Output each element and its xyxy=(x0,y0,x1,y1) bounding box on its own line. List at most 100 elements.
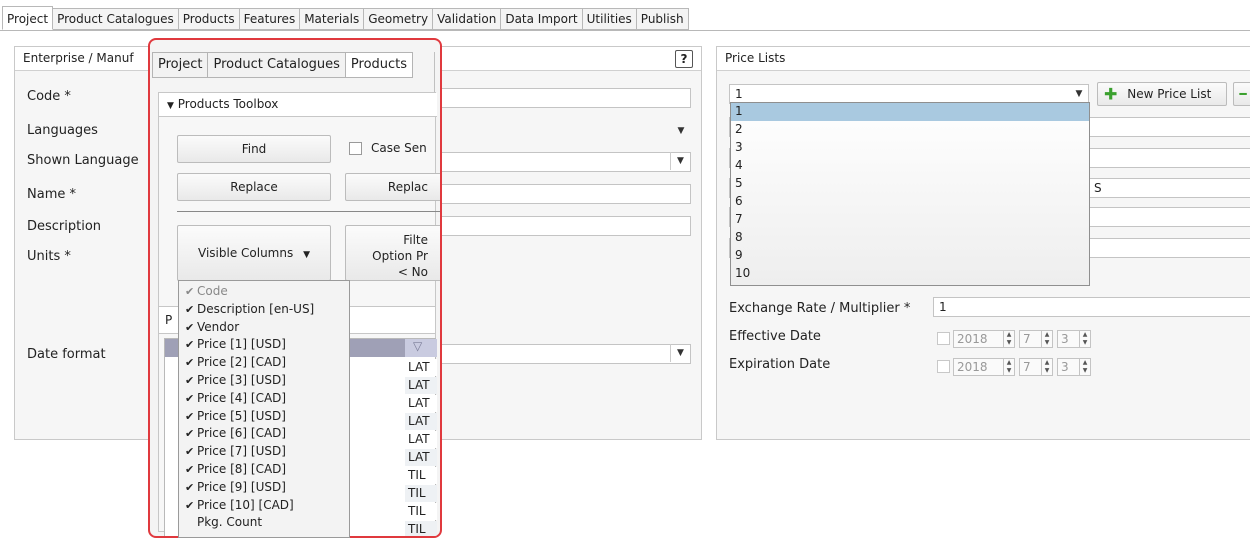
column-menu-item-label: Pkg. Count xyxy=(197,515,263,530)
remove-price-list-button[interactable]: ━ xyxy=(1233,82,1250,106)
price-list-option[interactable]: 1 xyxy=(731,103,1089,121)
column-menu-item-label: Price [5] [USD] xyxy=(197,408,286,423)
toolbox-tab-project[interactable]: Project xyxy=(152,52,209,78)
grid-cell[interactable]: TIL xyxy=(405,485,437,502)
price-lists-header: Price Lists xyxy=(717,47,1250,71)
find-button[interactable]: Find xyxy=(177,135,331,163)
effective-month-spinner[interactable]: 7 ▲ ▼ xyxy=(1019,330,1053,348)
description-input[interactable] xyxy=(435,216,691,236)
grid-cell[interactable]: LAT xyxy=(405,395,437,412)
effective-year-spinner[interactable]: 2018 ▲ ▼ xyxy=(953,330,1015,348)
enterprise-panel-title: Enterprise / Manuf xyxy=(23,51,134,65)
name-input[interactable] xyxy=(435,184,691,204)
spin-arrows-icon[interactable]: ▲ ▼ xyxy=(1041,359,1052,375)
price-list-option[interactable]: 3 xyxy=(731,139,1089,157)
price-list-option[interactable]: 8 xyxy=(731,229,1089,247)
price-list-option[interactable]: 5 xyxy=(731,175,1089,193)
grid-cell[interactable]: LAT xyxy=(405,359,437,376)
grid-cell[interactable]: LAT xyxy=(405,377,437,394)
column-menu-item[interactable]: ✔ Price [5] [USD] xyxy=(179,408,349,425)
tab-utilities[interactable]: Utilities xyxy=(582,8,637,30)
filter-button[interactable]: Filte Option Pr < No xyxy=(345,225,440,281)
grid-cell[interactable]: LAT xyxy=(405,413,437,430)
price-list-select[interactable]: 1 xyxy=(729,84,1089,104)
column-menu-item[interactable]: ✔ Price [8] [CAD] xyxy=(179,461,349,478)
case-sensitive-checkbox[interactable] xyxy=(349,142,362,155)
spin-arrows-icon[interactable]: ▲ ▼ xyxy=(1003,359,1014,375)
checkmark-icon: ✔ xyxy=(185,356,195,370)
price-list-option[interactable]: 10 xyxy=(731,265,1089,283)
expiration-month-spinner[interactable]: 7 ▲ ▼ xyxy=(1019,358,1053,376)
column-menu-item[interactable]: ✔ Price [2] [CAD] xyxy=(179,354,349,371)
tab-publish[interactable]: Publish xyxy=(636,8,689,30)
shown-language-dropdown-icon[interactable]: ▼ xyxy=(670,152,690,170)
new-price-list-button[interactable]: ✚ New Price List xyxy=(1097,82,1227,106)
toolbox-tab-product-catalogues[interactable]: Product Catalogues xyxy=(208,52,346,78)
grid-cell[interactable]: TIL xyxy=(405,503,437,520)
tab-data-import[interactable]: Data Import xyxy=(501,8,583,30)
column-menu-item[interactable]: ✔ Code xyxy=(179,283,349,300)
toolbox-separator xyxy=(177,211,440,212)
price-list-option[interactable]: 6 xyxy=(731,193,1089,211)
products-toolbox-header[interactable]: ▼ Products Toolbox xyxy=(159,93,437,117)
languages-label: Languages xyxy=(27,123,98,138)
spin-arrows-icon[interactable]: ▲ ▼ xyxy=(1079,331,1090,347)
price-list-dropdown-icon[interactable]: ▼ xyxy=(1069,85,1089,103)
tab-validation[interactable]: Validation xyxy=(433,8,502,30)
column-menu-item-label: Price [4] [CAD] xyxy=(197,390,287,405)
spin-arrows-icon[interactable]: ▲ ▼ xyxy=(1041,331,1052,347)
tab-materials[interactable]: Materials xyxy=(300,8,365,30)
checkmark-icon: ✔ xyxy=(185,427,195,441)
tab-project[interactable]: Project xyxy=(2,6,54,30)
date-format-dropdown-icon[interactable]: ▼ xyxy=(670,344,690,362)
column-menu-item[interactable]: Pkg. Count xyxy=(179,514,349,531)
column-menu-item[interactable]: ✔ Price [1] [USD] xyxy=(179,336,349,353)
column-menu-item[interactable]: ✔ Price [4] [CAD] xyxy=(179,390,349,407)
collapse-triangle-icon: ▼ xyxy=(167,101,174,111)
tab-geometry[interactable]: Geometry xyxy=(364,8,434,30)
grid-cell[interactable]: LAT xyxy=(405,449,437,466)
column-menu-item[interactable]: ✔ Vendor xyxy=(179,319,349,336)
exchange-rate-input[interactable]: 1 xyxy=(933,297,1250,317)
expiration-day-spinner[interactable]: 3 ▲ ▼ xyxy=(1057,358,1091,376)
effective-day-spinner[interactable]: 3 ▲ ▼ xyxy=(1057,330,1091,348)
column-menu-item[interactable]: ✔ Price [3] [USD] xyxy=(179,372,349,389)
tab-products[interactable]: Products xyxy=(178,8,240,30)
minus-icon: ━ xyxy=(1239,87,1247,101)
replace-all-button[interactable]: Replac xyxy=(345,173,440,201)
help-button[interactable]: ? xyxy=(675,50,693,68)
price-list-option[interactable]: 7 xyxy=(731,211,1089,229)
visible-columns-label: Visible Columns xyxy=(198,246,294,260)
price-list-option[interactable]: 2 xyxy=(731,121,1089,139)
effective-date-checkbox[interactable] xyxy=(937,332,950,345)
expiration-day-value: 3 xyxy=(1061,360,1069,374)
expiration-date-checkbox[interactable] xyxy=(937,360,950,373)
expiration-month-value: 7 xyxy=(1023,360,1031,374)
expiration-year-spinner[interactable]: 2018 ▲ ▼ xyxy=(953,358,1015,376)
column-menu-item[interactable]: ✔ Price [7] [USD] xyxy=(179,443,349,460)
code-input[interactable] xyxy=(435,88,691,108)
grid-cell[interactable]: TIL xyxy=(405,467,437,484)
grid-cell[interactable]: TIL xyxy=(405,521,437,536)
languages-select[interactable] xyxy=(435,121,691,141)
tab-features[interactable]: Features xyxy=(239,8,301,30)
column-menu-item[interactable]: ✔ Price [6] [CAD] xyxy=(179,425,349,442)
spin-arrows-icon[interactable]: ▲ ▼ xyxy=(1079,359,1090,375)
exchange-rate-value: 1 xyxy=(939,300,947,314)
column-menu-item[interactable]: ✔ Description [en-US] xyxy=(179,301,349,318)
grid-filter-cell[interactable]: ▽ xyxy=(405,339,437,357)
price-list-option[interactable]: 9 xyxy=(731,247,1089,265)
grid-cell[interactable]: LAT xyxy=(405,431,437,448)
date-format-select[interactable] xyxy=(435,344,691,364)
replace-button[interactable]: Replace xyxy=(177,173,331,201)
visible-columns-button[interactable]: Visible Columns ▼ xyxy=(177,225,331,281)
tab-product-catalogues[interactable]: Product Catalogues xyxy=(53,8,179,30)
column-menu-item[interactable]: ✔ Price [9] [USD] xyxy=(179,479,349,496)
shown-language-select[interactable] xyxy=(435,152,691,172)
spin-arrows-icon[interactable]: ▲ ▼ xyxy=(1003,331,1014,347)
column-menu-item-label: Price [7] [USD] xyxy=(197,444,286,459)
languages-dropdown-icon[interactable]: ▼ xyxy=(671,122,691,140)
price-list-option[interactable]: 4 xyxy=(731,157,1089,175)
toolbox-tab-products[interactable]: Products xyxy=(345,52,414,78)
column-menu-item[interactable]: ✔ Price [10] [CAD] xyxy=(179,497,349,514)
